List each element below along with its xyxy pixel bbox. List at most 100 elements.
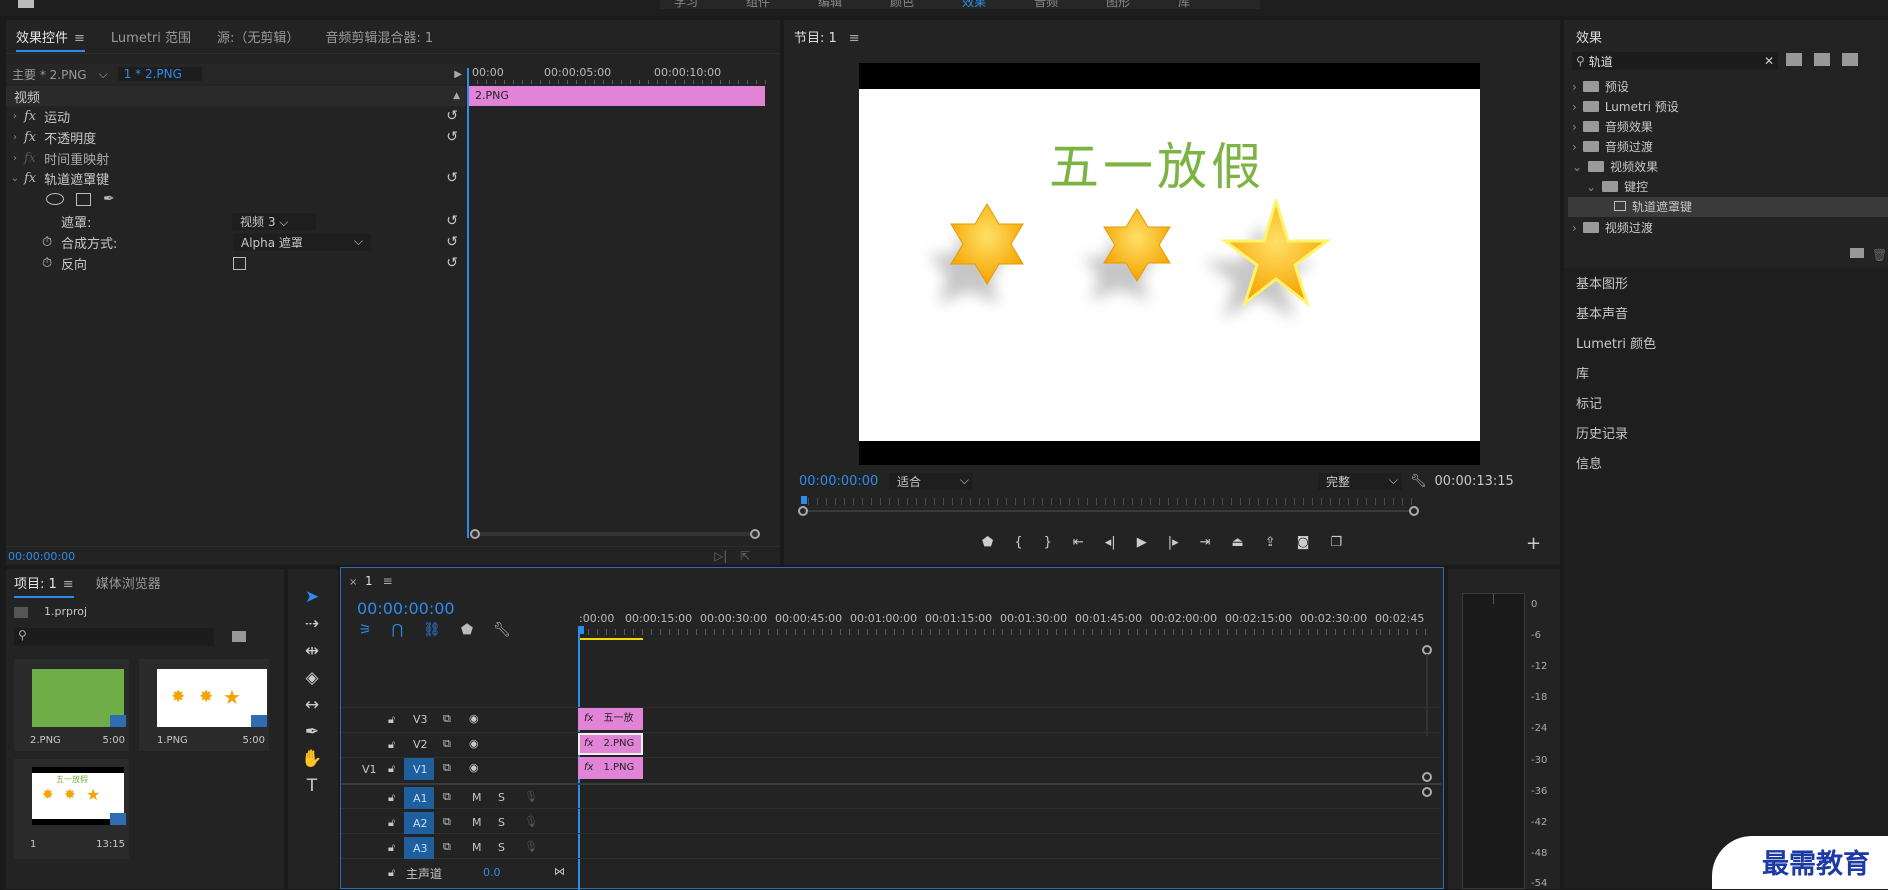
panel-menu-icon[interactable]: ≡ — [74, 31, 85, 46]
fx-icon[interactable]: fx — [24, 109, 36, 124]
solo-button[interactable]: S — [498, 841, 505, 854]
add-button-icon[interactable]: + — [1526, 533, 1541, 554]
panel-menu-icon[interactable]: ≡ — [383, 574, 393, 588]
mute-button[interactable]: M — [472, 841, 482, 854]
play-only-icon[interactable]: ▶ — [454, 69, 462, 80]
lock-icon[interactable]: 🔓︎ — [388, 791, 395, 805]
panel-markers[interactable]: 标记 — [1576, 393, 1602, 412]
chevron-right-icon[interactable]: › — [6, 132, 24, 143]
solo-button[interactable]: S — [498, 816, 505, 829]
reset-icon[interactable]: ↺ — [446, 255, 458, 271]
scroll-handle-right[interactable] — [750, 529, 760, 539]
tree-keying[interactable]: ⌄ 键控 — [1586, 178, 1648, 195]
add-marker-icon[interactable]: ⬟ — [982, 535, 993, 550]
lock-icon[interactable]: 🔓︎ — [388, 713, 395, 727]
scrubber-start-handle[interactable] — [798, 506, 808, 516]
track-v2[interactable]: 🔓︎ V2 ⧉ ◉ — [340, 734, 576, 758]
effect-track-matte[interactable]: ⌄ fx 轨道遮罩键 ↺ — [6, 168, 466, 188]
quality-dropdown[interactable]: 完整 ⌵ — [1318, 472, 1402, 490]
mic-icon[interactable]: 🎙︎ — [524, 840, 538, 853]
video-frame[interactable]: 五一放假 — [859, 63, 1480, 465]
track-select-tool-icon[interactable]: ⇢ — [300, 612, 324, 636]
mute-button[interactable]: M — [472, 816, 482, 829]
project-item-1[interactable]: 2.PNG 5:00 — [14, 659, 129, 751]
tab-media-browser[interactable]: 媒体浏览器 — [96, 573, 161, 598]
pen-mask-icon[interactable]: ✒ — [103, 191, 115, 207]
new-bin-icon[interactable] — [1850, 248, 1864, 258]
clip-v3[interactable]: fx 五一放 — [578, 708, 643, 730]
accelerated-effects-icon[interactable] — [1786, 53, 1802, 66]
chevron-down-icon[interactable]: ⌄ — [6, 173, 24, 184]
track-a2[interactable]: 🔓︎ A2 ⧉ M S 🎙︎ — [340, 812, 576, 836]
reset-icon[interactable]: ↺ — [446, 213, 458, 229]
stopwatch-icon[interactable]: ⏱ — [6, 235, 61, 250]
collapse-icon[interactable]: ▲ — [453, 91, 460, 101]
reset-icon[interactable]: ↺ — [446, 108, 458, 124]
snap-icon[interactable]: ⋂ — [392, 622, 403, 638]
chevron-right-icon[interactable]: › — [6, 111, 24, 122]
close-tab-icon[interactable]: × — [349, 577, 357, 588]
mark-out-icon[interactable]: } — [1044, 535, 1052, 550]
effects-title[interactable]: 效果 — [1576, 27, 1602, 46]
go-to-end-icon[interactable]: ⋈ — [554, 865, 565, 878]
compare-icon[interactable]: ❐ — [1330, 535, 1342, 550]
effects-search-input[interactable]: 轨道 — [1589, 53, 1764, 70]
sync-lock-icon[interactable]: ⧉ — [443, 815, 451, 829]
new-search-bin-icon[interactable] — [232, 631, 246, 642]
composite-dropdown[interactable]: Alpha 遮罩 ⌵ — [233, 233, 371, 251]
workspace-assembly[interactable]: 组件 — [746, 0, 770, 9]
stopwatch-icon[interactable]: ⏱ — [6, 256, 61, 271]
panel-menu-icon[interactable]: ≡ — [63, 577, 74, 592]
type-tool-icon[interactable]: T — [300, 774, 324, 798]
project-item-2[interactable]: ✸ ✸ ★ 1.PNG 5:00 — [139, 659, 269, 751]
playhead[interactable] — [467, 68, 469, 538]
sync-lock-icon[interactable]: ⧉ — [443, 840, 451, 854]
mark-in-icon[interactable]: { — [1014, 535, 1022, 550]
sync-lock-icon[interactable]: ⧉ — [443, 790, 451, 804]
extract-icon[interactable]: ⇪ — [1265, 535, 1276, 550]
sync-lock-icon[interactable]: ⧉ — [443, 712, 451, 726]
ellipse-mask-icon[interactable] — [46, 193, 64, 205]
chevron-down-icon[interactable]: ⌵ — [99, 67, 108, 82]
clip-v1[interactable]: fx 1.PNG — [578, 757, 643, 779]
panel-history[interactable]: 历史记录 — [1576, 423, 1628, 442]
timeline-settings-icon[interactable]: 🔧︎ — [493, 622, 511, 638]
tab-project[interactable]: 项目: 1 ≡ — [14, 573, 74, 598]
effect-motion[interactable]: › fx 运动 ↺ — [6, 106, 466, 126]
panel-essential-graphics[interactable]: 基本图形 — [1576, 273, 1628, 292]
rectangle-mask-icon[interactable] — [76, 192, 91, 206]
hand-tool-icon[interactable]: ✋ — [300, 747, 324, 771]
selection-tool-icon[interactable]: ➤ — [300, 585, 324, 609]
camera-icon[interactable]: ◙ — [1297, 535, 1310, 550]
workspace-learn[interactable]: 学习 — [674, 0, 698, 9]
mute-button[interactable]: M — [472, 791, 482, 804]
step-forward-icon[interactable]: |▸ — [1168, 535, 1179, 550]
step-back-icon[interactable]: ◂| — [1105, 535, 1116, 550]
linked-selection-icon[interactable]: ⛓ — [423, 622, 441, 638]
workspace-graphics[interactable]: 图形 — [1106, 0, 1130, 9]
export-icon[interactable]: ⇱ — [740, 549, 750, 563]
track-v3[interactable]: 🔓︎ V3 ⧉ ◉ — [340, 709, 576, 733]
tree-video-transitions[interactable]: › 视频过渡 — [1572, 219, 1653, 236]
panel-lumetri-color[interactable]: Lumetri 颜色 — [1576, 333, 1656, 352]
panel-info[interactable]: 信息 — [1576, 453, 1602, 472]
go-to-in-icon[interactable]: ⇤ — [1073, 535, 1084, 550]
workspace-color[interactable]: 颜色 — [890, 0, 914, 9]
clip-v2[interactable]: fx 2.PNG — [578, 733, 643, 755]
program-timecode[interactable]: 00:00:00:00 — [799, 474, 887, 489]
play-icon[interactable]: ▶ — [1137, 535, 1147, 550]
tab-source[interactable]: 源:（无剪辑） — [217, 27, 299, 46]
panel-essential-sound[interactable]: 基本声音 — [1576, 303, 1628, 322]
tree-presets[interactable]: › 预设 — [1572, 78, 1629, 95]
effect-opacity[interactable]: › fx 不透明度 ↺ — [6, 127, 466, 147]
slip-tool-icon[interactable]: ↔ — [300, 693, 324, 717]
workspace-effects[interactable]: 效果 — [962, 0, 986, 9]
tree-audio-transitions[interactable]: › 音频过渡 — [1572, 138, 1653, 155]
vertical-zoom-handle[interactable] — [1422, 787, 1432, 797]
lock-icon[interactable]: 🔓︎ — [388, 866, 395, 880]
fit-dropdown[interactable]: 适合 ⌵ — [889, 472, 973, 490]
chevron-right-icon[interactable]: › — [6, 153, 24, 164]
fx-icon[interactable]: fx — [24, 130, 36, 145]
sync-lock-icon[interactable]: ⧉ — [443, 737, 451, 751]
program-scrubber[interactable] — [798, 496, 1419, 520]
